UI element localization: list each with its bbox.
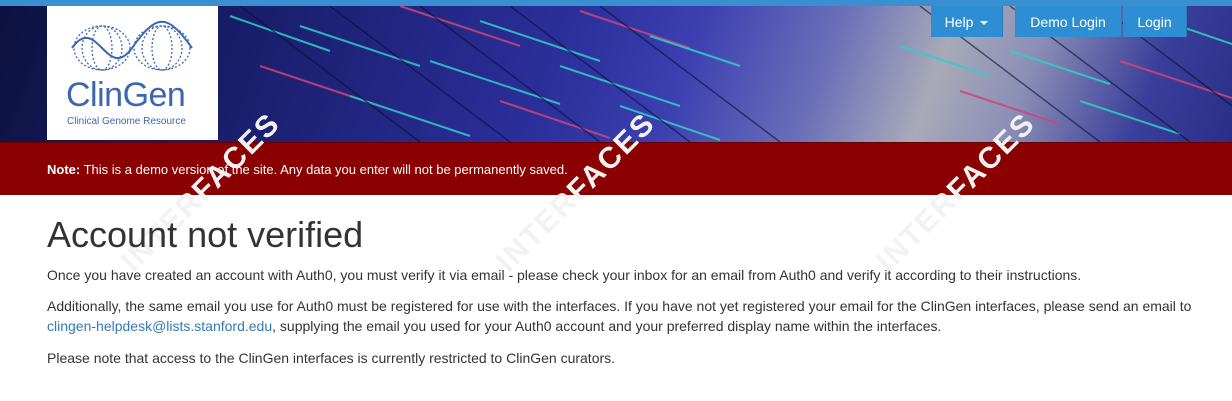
login-label: Login: [1137, 13, 1172, 30]
access-restriction-note: Please note that access to the ClinGen i…: [47, 350, 616, 366]
chevron-down-icon: [980, 20, 989, 25]
logo-subtitle: Clinical Genome Resource: [67, 116, 186, 127]
demo-login-label: Demo Login: [1030, 13, 1106, 30]
demo-notice-bar: Note: This is a demo version of the site…: [0, 142, 1232, 195]
logo-wordmark: ClinGen: [66, 76, 186, 114]
registration-text-start: Additionally, the same email you use for…: [47, 298, 1192, 314]
helpdesk-email-link[interactable]: clingen-helpdesk@lists.stanford.edu: [47, 318, 272, 334]
help-dropdown-button[interactable]: Help: [931, 6, 1003, 37]
dna-helix-icon: [71, 20, 193, 71]
clingen-logo[interactable]: ClinGen Clinical Genome Resource: [47, 6, 218, 140]
main-content: Account not verified Once you have creat…: [47, 213, 1207, 368]
demo-notice-text: Note: This is a demo version of the site…: [47, 162, 568, 177]
help-label: Help: [944, 13, 974, 30]
page-title: Account not verified: [47, 214, 364, 255]
verify-instructions: Once you have created an account with Au…: [47, 267, 1082, 283]
notice-message: This is a demo version of the site. Any …: [80, 162, 568, 177]
registration-instructions: Additionally, the same email you use for…: [47, 296, 1207, 336]
login-button[interactable]: Login: [1123, 6, 1187, 37]
registration-text-end: , supplying the email you used for your …: [272, 318, 942, 334]
demo-login-button[interactable]: Demo Login: [1015, 6, 1122, 37]
notice-prefix: Note:: [47, 162, 81, 177]
